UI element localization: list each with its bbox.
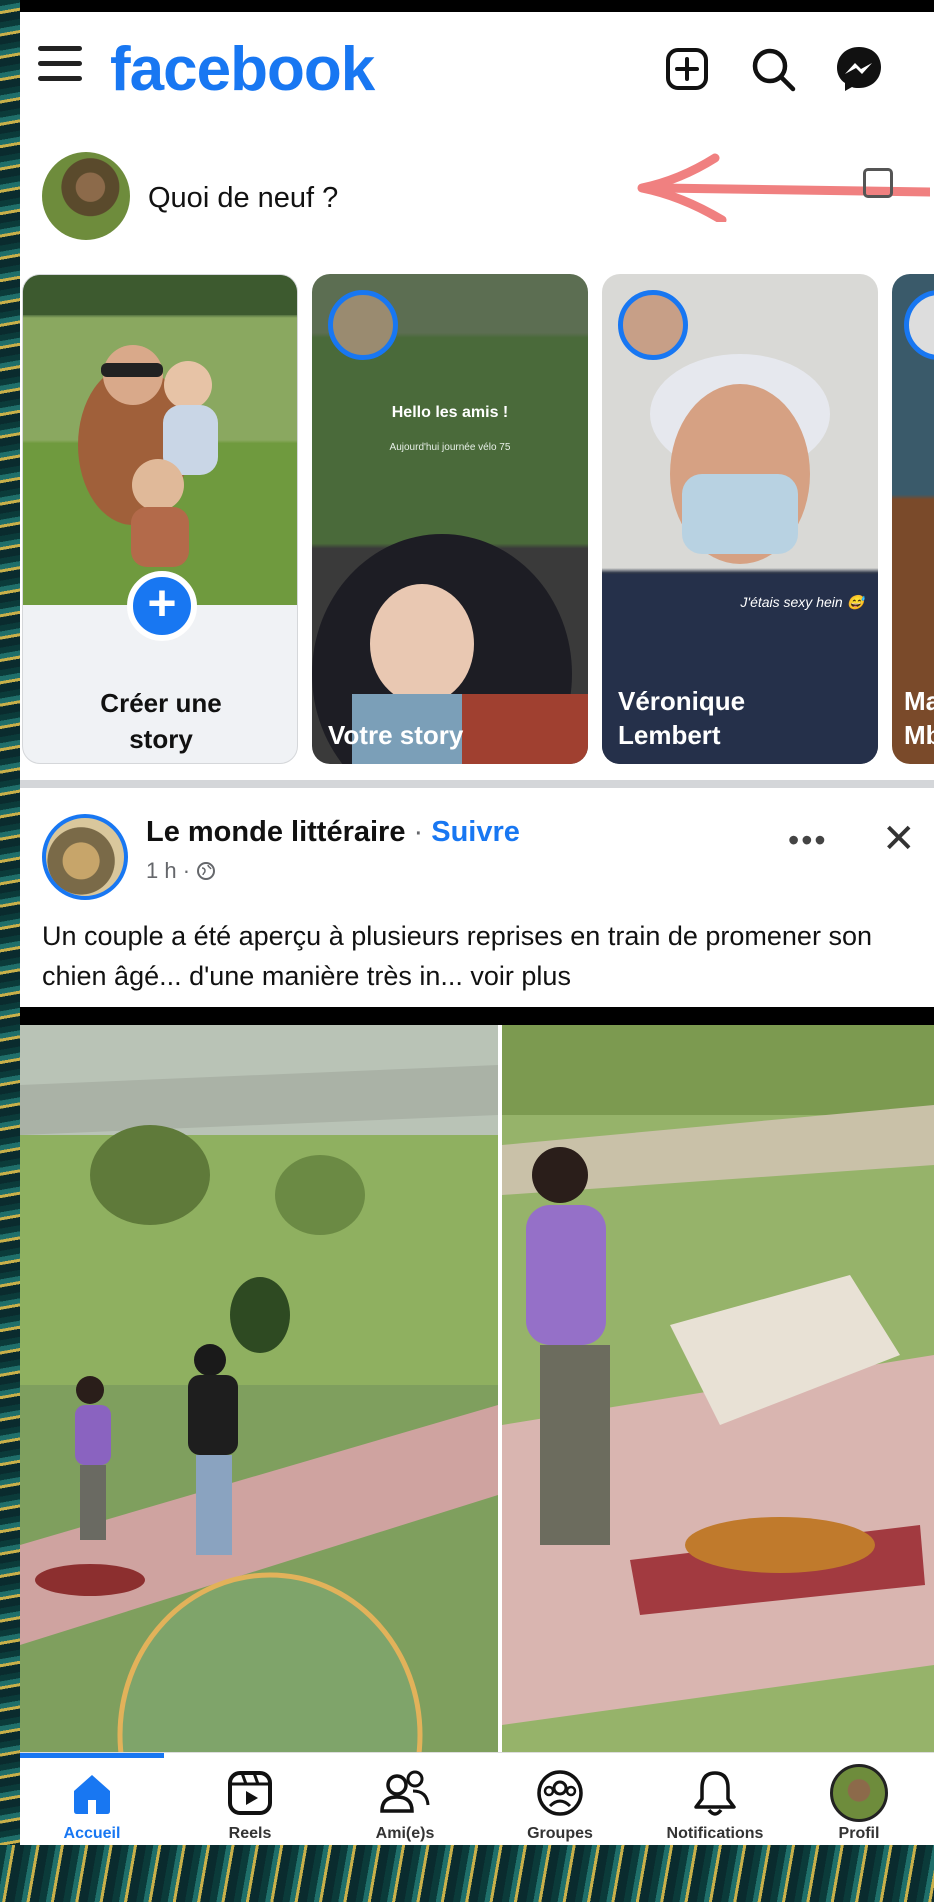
search-icon[interactable] xyxy=(746,42,800,96)
home-icon xyxy=(20,1767,167,1819)
profile-avatar xyxy=(784,1764,934,1822)
nav-tab-groupes[interactable]: Groupes xyxy=(485,1767,635,1843)
nav-tab-amis[interactable]: Ami(e)s xyxy=(330,1767,480,1843)
decorative-border-left xyxy=(0,0,20,1902)
decorative-border-bottom xyxy=(0,1845,934,1902)
nav-tab-accueil[interactable]: Accueil xyxy=(20,1767,167,1843)
add-story-plus-icon[interactable]: + xyxy=(127,571,197,641)
bottom-navigation: Accueil Reels Ami(e)s Groupes Notificati xyxy=(20,1752,934,1845)
story-name: Ma Mb xyxy=(904,686,934,750)
friends-icon xyxy=(330,1767,480,1819)
nav-tab-notifications[interactable]: Notifications xyxy=(640,1767,790,1843)
story-card-partial[interactable]: Ma Mb xyxy=(892,274,934,764)
top-icons xyxy=(660,42,886,96)
media-separator xyxy=(20,1007,934,1025)
groups-icon xyxy=(485,1767,635,1819)
create-post-icon[interactable] xyxy=(660,42,714,96)
post-time: 1 h · xyxy=(146,858,197,883)
hamburger-menu-icon[interactable] xyxy=(38,46,82,86)
post-photo xyxy=(20,1025,934,1763)
create-story-photo xyxy=(23,275,297,605)
nav-tab-reels[interactable]: Reels xyxy=(175,1767,325,1843)
nav-label: Groupes xyxy=(527,1825,593,1842)
follow-link[interactable]: Suivre xyxy=(431,816,520,848)
post-title: Le monde littéraire · Suivre xyxy=(146,816,520,849)
story-avatar xyxy=(328,290,398,360)
composer-placeholder[interactable]: Quoi de neuf ? xyxy=(148,182,338,215)
story-card-votre-story[interactable]: Hello les amis ! Aujourd'hui journée vél… xyxy=(312,274,588,764)
nav-label: Reels xyxy=(228,1825,272,1842)
phone-screen: facebook Quoi de neuf ? + Créer une stor… xyxy=(20,12,934,1845)
create-story-label: Créer une story xyxy=(100,688,222,754)
create-story-card[interactable]: + Créer une story xyxy=(22,274,298,764)
stories-row: + Créer une story Hello les amis ! Aujou… xyxy=(20,274,934,768)
messenger-icon[interactable] xyxy=(832,42,886,96)
post-media[interactable] xyxy=(20,1025,934,1763)
story-name: Véronique Lembert xyxy=(618,686,746,750)
facebook-logo[interactable]: facebook xyxy=(110,34,375,105)
story-name: Votre story xyxy=(328,720,464,750)
active-tab-indicator xyxy=(20,1753,164,1758)
page-avatar[interactable] xyxy=(42,814,128,900)
post-meta: 1 h · xyxy=(146,858,216,884)
feed-divider xyxy=(20,780,934,788)
page-name[interactable]: Le monde littéraire xyxy=(146,816,405,848)
post-text[interactable]: Un couple a été aperçu à plusieurs repri… xyxy=(42,916,922,996)
reels-icon xyxy=(175,1767,325,1819)
top-bar: facebook xyxy=(20,12,934,124)
globe-icon xyxy=(196,858,216,883)
photo-icon[interactable] xyxy=(863,168,893,198)
post-header: Le monde littéraire · Suivre 1 h · ••• ✕ xyxy=(20,802,934,902)
user-avatar[interactable] xyxy=(42,152,130,240)
bell-icon xyxy=(640,1767,790,1819)
nav-label: Profil xyxy=(838,1825,880,1842)
story-overlay-title: Hello les amis ! xyxy=(391,404,509,421)
close-icon[interactable]: ✕ xyxy=(882,816,916,862)
nav-label: Accueil xyxy=(63,1825,121,1842)
nav-label: Ami(e)s xyxy=(375,1825,435,1842)
nav-tab-profil[interactable]: Profil xyxy=(784,1764,934,1843)
story-caption: J'étais sexy hein 😅 xyxy=(740,594,864,610)
story-card-veronique[interactable]: J'étais sexy hein 😅 Véronique Lembert xyxy=(602,274,878,764)
title-separator: · xyxy=(405,816,432,848)
more-options-icon[interactable]: ••• xyxy=(788,822,828,859)
story-overlay-subtitle: Aujourd'hui journée vélo 75 xyxy=(389,442,511,453)
nav-label: Notifications xyxy=(666,1825,764,1842)
story-avatar xyxy=(618,290,688,360)
